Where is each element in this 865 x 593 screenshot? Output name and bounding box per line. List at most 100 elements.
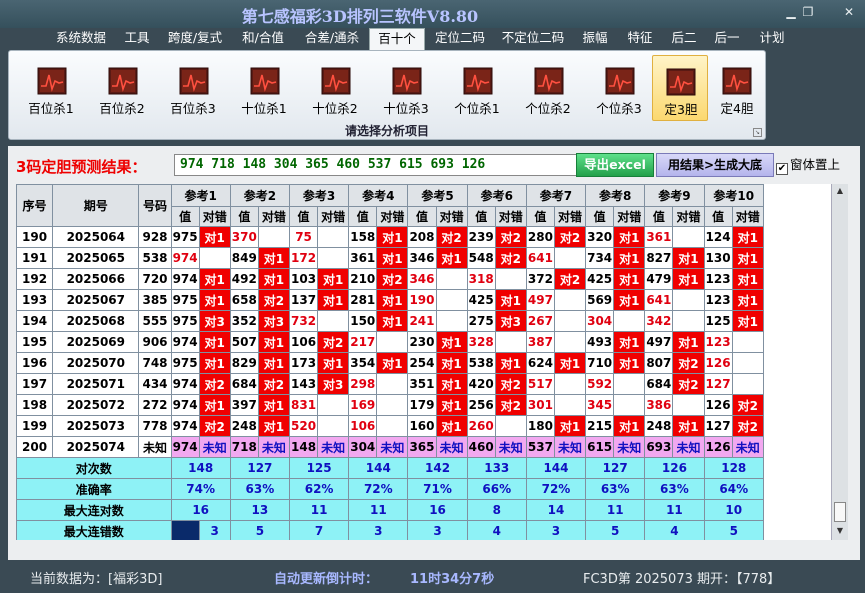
ref-value-cell: 123: [703, 331, 733, 353]
col-header-number[interactable]: 号码: [138, 184, 172, 227]
ref-result-cell: 对1: [731, 289, 765, 311]
col-header-ref[interactable]: 参考4: [348, 184, 409, 207]
ref-result-cell: 对1: [198, 226, 231, 248]
menu-item[interactable]: 后二: [666, 28, 702, 50]
ref-result-cell: 对3: [257, 310, 291, 332]
row-number: 未知: [138, 436, 172, 458]
col-header-ref[interactable]: 参考8: [585, 184, 646, 207]
ribbon-button[interactable]: 个位杀3: [587, 55, 651, 121]
ref-value-cell: 351: [407, 373, 437, 395]
menu-item[interactable]: 百十个: [369, 28, 425, 50]
ref-result-cell: [376, 373, 409, 395]
menu-item[interactable]: 和/合值: [237, 28, 289, 50]
table-row[interactable]: 194 2025068 555 975 对3 352 对3 732 150 对1 241 275 对3 2…: [16, 310, 765, 332]
ref-value-cell: 569: [585, 289, 615, 311]
menu-item[interactable]: 振幅: [577, 28, 613, 50]
generate-base-button[interactable]: 用结果>生成大底: [656, 153, 774, 177]
ref-value-cell: 298: [348, 373, 378, 395]
ref-value-cell: 807: [644, 352, 674, 374]
table-row[interactable]: 199 2025073 778 974 对2 248 对1 520 106 160 对1 260 180…: [16, 415, 765, 437]
ribbon-button[interactable]: 定4胆: [709, 55, 765, 121]
ref-result-cell: 对1: [731, 226, 765, 248]
ref-result-cell: 对1: [553, 415, 587, 437]
col-header-ref[interactable]: 参考1: [170, 184, 231, 207]
scroll-down-icon[interactable]: ▼: [834, 525, 846, 537]
table-row[interactable]: 192 2025066 720 974 对1 492 对1 103 对1 210 对2 346 318 3…: [16, 268, 765, 290]
row-period: 2025072: [52, 394, 140, 416]
table-row[interactable]: 190 2025064 928 975 对1 370 75 158 对1 208 对2 239 对2 28…: [16, 226, 765, 248]
ref-result-cell: 对1: [613, 226, 646, 248]
col-header-ref[interactable]: 参考2: [229, 184, 291, 207]
ribbon-button-label: 十位杀1: [241, 101, 287, 116]
ref-value-cell: 260: [466, 415, 496, 437]
table-row[interactable]: 195 2025069 906 974 对1 507 对1 106 对2 217 230 对1 328 3…: [16, 331, 765, 353]
ref-value-cell: 346: [407, 247, 437, 269]
ref-value-cell: 190: [407, 289, 437, 311]
table-row[interactable]: 200 2025074 未知 974 未知 718 未知 148 未知 304 未知 365 未知 460…: [16, 436, 765, 458]
col-header-ref[interactable]: 参考10: [703, 184, 765, 207]
ribbon-button[interactable]: 百位杀2: [90, 55, 154, 121]
close-icon[interactable]: ✕: [838, 4, 860, 20]
menu-item[interactable]: 跨度/复式: [163, 28, 227, 50]
export-excel-button[interactable]: 导出excel: [576, 153, 654, 177]
ref-result-cell: [435, 310, 468, 332]
ref-value-cell: 301: [525, 394, 555, 416]
table-row[interactable]: 193 2025067 385 975 对1 658 对2 137 对1 281 对1 190 425 对…: [16, 289, 765, 311]
ribbon-button-label: 百位杀3: [170, 101, 216, 116]
always-on-top-checkbox[interactable]: ✔ 窗体置上: [776, 154, 840, 175]
summary-value: 13: [229, 499, 291, 521]
ref-result-cell: 对2: [731, 394, 765, 416]
ref-result-cell: 对1: [435, 331, 468, 353]
ref-value-cell: 460: [466, 436, 496, 458]
menu-item[interactable]: 合差/通杀: [299, 28, 365, 50]
menu-item[interactable]: 工具: [119, 28, 155, 50]
ref-value-cell: 106: [288, 331, 319, 353]
data-grid[interactable]: 序号 期号 号码 参考1 参考2 参考3 参考4 参考5 参考6 参考7 参考8 参考9 参考10 值对错…: [16, 184, 831, 540]
maximize-icon[interactable]: ❐: [797, 4, 819, 20]
ref-result-cell: [553, 247, 587, 269]
col-header-ref[interactable]: 参考9: [644, 184, 705, 207]
result-input[interactable]: 974 718 148 304 365 460 537 615 693 126: [174, 154, 578, 176]
col-header-ref[interactable]: 参考3: [288, 184, 350, 207]
ref-result-cell: 对2: [198, 415, 231, 437]
menu-item[interactable]: 计划: [754, 28, 790, 50]
col-header-seq[interactable]: 序号: [16, 184, 54, 227]
scroll-up-icon[interactable]: ▲: [834, 185, 846, 197]
table-row[interactable]: 191 2025065 538 974 849 对1 172 361 对1 346 对1 548 对2 6…: [16, 247, 765, 269]
ref-value-cell: 172: [288, 247, 319, 269]
ribbon-button[interactable]: 百位杀3: [161, 55, 225, 121]
col-header-ref[interactable]: 参考5: [407, 184, 468, 207]
window-title: 第七感福彩3D排列三软件V8.80: [241, 7, 479, 26]
menu-item[interactable]: 不定位二码: [497, 28, 569, 50]
ribbon-button[interactable]: 十位杀3: [374, 55, 438, 121]
ref-value-cell: 538: [466, 352, 496, 374]
ribbon-button[interactable]: 十位杀1: [232, 55, 296, 121]
ref-value-cell: 975: [170, 289, 200, 311]
scroll-thumb[interactable]: [834, 502, 846, 522]
ribbon-expand-icon[interactable]: ↘: [753, 128, 762, 137]
ref-result-cell: [613, 373, 646, 395]
ribbon-button[interactable]: 个位杀2: [516, 55, 580, 121]
ref-value-cell: 420: [466, 373, 496, 395]
summary-value: 10: [703, 499, 765, 521]
ref-value-cell: 354: [348, 352, 378, 374]
chart-icon: [250, 67, 280, 95]
ref-value-cell: 169: [348, 394, 378, 416]
ref-result-cell: [376, 394, 409, 416]
col-header-period[interactable]: 期号: [52, 184, 140, 227]
table-row[interactable]: 198 2025072 272 974 对1 397 对1 831 169 179 对1 256 对2 3…: [16, 394, 765, 416]
ribbon-button[interactable]: 十位杀2: [303, 55, 367, 121]
menu-item[interactable]: 特征: [622, 28, 658, 50]
col-header-ref[interactable]: 参考6: [466, 184, 527, 207]
menu-item[interactable]: 系统数据: [53, 28, 109, 50]
table-row[interactable]: 197 2025071 434 974 对2 684 对2 143 对3 298 351 对1 420 对…: [16, 373, 765, 395]
summary-value: 63%: [229, 478, 291, 500]
table-row[interactable]: 196 2025070 748 975 对1 829 对1 173 对1 354 对1 254 对1 53…: [16, 352, 765, 374]
col-header-ref[interactable]: 参考7: [525, 184, 587, 207]
menu-item[interactable]: 定位二码: [429, 28, 491, 50]
vertical-scrollbar[interactable]: ▲ ▼: [831, 184, 848, 540]
menu-item[interactable]: 后一: [709, 28, 745, 50]
ref-value-cell: 479: [644, 268, 674, 290]
ribbon-button[interactable]: 百位杀1: [19, 55, 83, 121]
ribbon-button[interactable]: 个位杀1: [445, 55, 509, 121]
